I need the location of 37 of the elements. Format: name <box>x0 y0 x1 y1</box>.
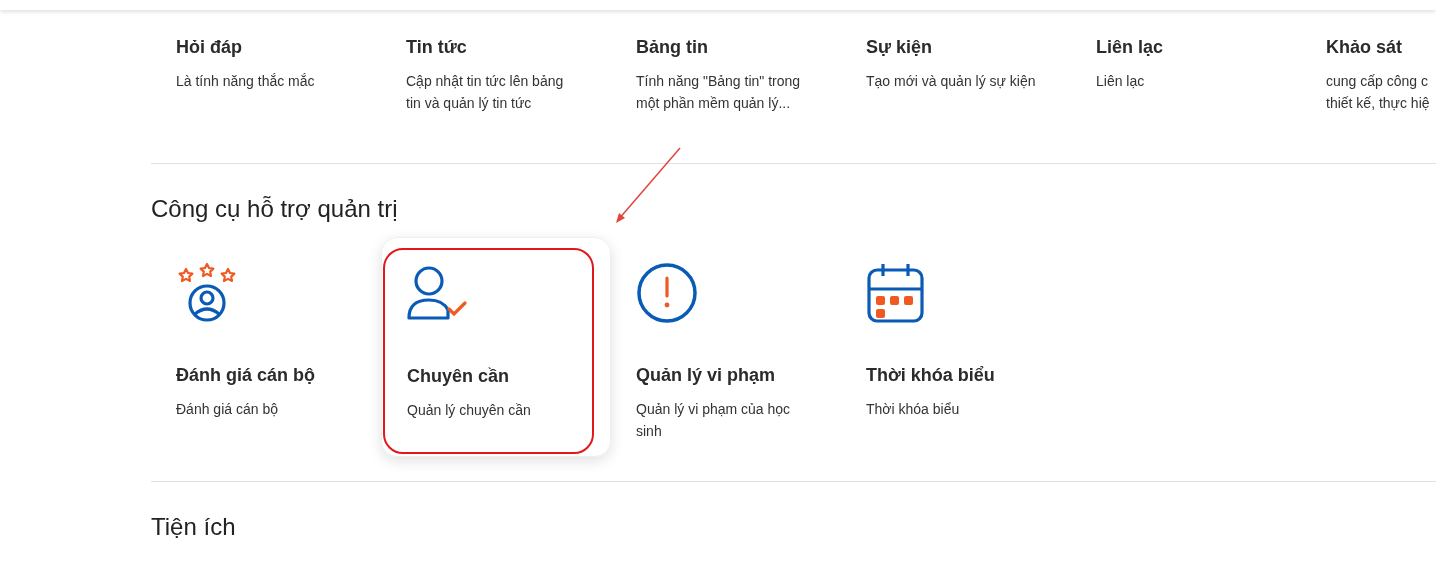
feature-description: Cập nhật tin tức lên bảng <box>406 72 564 91</box>
feature-title: Liên lạc <box>1096 36 1165 58</box>
feature-card[interactable]: Tin tức Cập nhật tin tức lên bảng tin và quản lý tin tức <box>381 36 611 163</box>
feature-title: Bảng tin <box>636 36 709 58</box>
feature-title: Sự kiện <box>866 36 934 58</box>
tool-title: Đánh giá cán bộ <box>176 364 317 386</box>
tool-card[interactable]: Đánh giá cán bộ Đánh giá cán bộ <box>151 237 381 457</box>
feature-description: Tạo mới và quản lý sự kiện <box>866 72 1036 91</box>
tool-description: Thời khóa biểu <box>866 400 960 419</box>
tool-description: Đánh giá cán bộ <box>176 400 278 419</box>
feature-title: Hỏi đáp <box>176 36 243 58</box>
feature-card[interactable]: Khảo sát cung cấp công c thiết kế, thực hiệ <box>1301 36 1436 163</box>
feature-description: Tính năng "Bảng tin" trong <box>636 72 801 91</box>
tool-title: Quản lý vi phạm <box>636 364 777 386</box>
person-stars-icon <box>176 262 238 324</box>
tool-card[interactable]: Quản lý vi phạm Quản lý vi phạm của học sinh <box>611 237 841 457</box>
feature-card[interactable]: Liên lạc Liên lạc <box>1071 36 1301 163</box>
tool-description: sinh <box>636 422 662 441</box>
feature-description: thiết kế, thực hiệ <box>1326 94 1430 113</box>
feature-description: Là tính năng thắc mắc <box>176 72 315 91</box>
tool-card[interactable]: Thời khóa biểu Thời khóa biểu <box>841 237 1071 457</box>
feature-description: tin và quản lý tin tức <box>406 94 532 113</box>
section-heading: Công cụ hỗ trợ quản trị <box>151 194 398 224</box>
warning-circle-icon <box>636 262 698 324</box>
feature-description: một phần mềm quản lý... <box>636 94 791 113</box>
tool-title: Thời khóa biểu <box>866 364 996 386</box>
feature-title: Khảo sát <box>1326 36 1404 58</box>
tool-description: Quản lý vi phạm của học <box>636 400 791 419</box>
feature-title: Tin tức <box>406 36 468 58</box>
feature-card[interactable]: Sự kiện Tạo mới và quản lý sự kiện <box>841 36 1071 163</box>
section-heading: Tiện ích <box>151 512 236 542</box>
feature-card[interactable]: Bảng tin Tính năng "Bảng tin" trong một phần mềm quản lý... <box>611 36 841 163</box>
tool-description: Quản lý chuyên cần <box>407 401 531 420</box>
feature-description: cung cấp công c <box>1326 72 1428 91</box>
tool-title: Chuyên cần <box>407 365 511 387</box>
feature-description: Liên lạc <box>1096 72 1145 91</box>
feature-card[interactable]: Hỏi đáp Là tính năng thắc mắc <box>151 36 381 163</box>
